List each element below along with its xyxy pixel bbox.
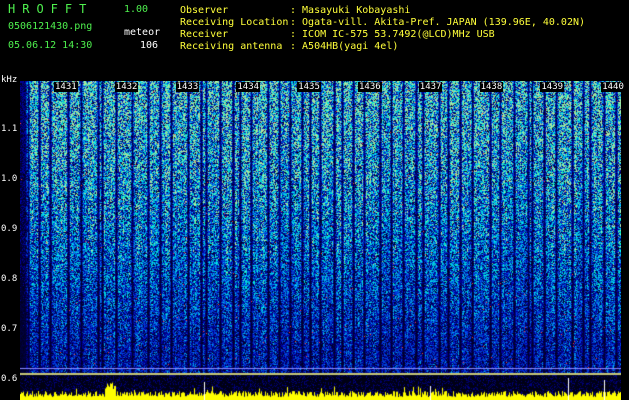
- freq-unit-label: kHz: [1, 75, 18, 85]
- observer-label: Observer: [180, 5, 229, 16]
- freq-tick-0-9: 0.9: [1, 224, 18, 234]
- version-label: 1.00: [124, 4, 149, 15]
- minute-label-1439: 1439: [540, 82, 565, 92]
- minute-label-1435: 1435: [297, 82, 321, 92]
- minute-label-1436: 1436: [358, 82, 382, 92]
- spectrogram-panel[interactable]: 1431 1432 1433 1434 1435 1436 1437 1438 1439 1440: [20, 81, 625, 400]
- minute-label-1440: 1440: [601, 82, 625, 92]
- mode-label: meteor: [124, 27, 161, 38]
- antenna-value: : A504HB(yagi 4el): [290, 41, 399, 52]
- location-value: : Ogata-vill. Akita-Pref. JAPAN (139.96E…: [290, 17, 586, 28]
- minute-label-1432: 1432: [114, 82, 139, 92]
- app-title: HROFFT: [8, 2, 94, 16]
- filename-label: 0506121430.png: [8, 21, 93, 32]
- minute-label-1437: 1437: [418, 82, 443, 92]
- observer-value: : Masayuki Kobayashi: [290, 5, 411, 16]
- location-label: Receiving Location: [180, 17, 289, 28]
- minute-label-1434: 1434: [236, 82, 261, 92]
- meteor-count: 106: [140, 40, 159, 51]
- datetime-label: 05.06.12 14:30: [8, 40, 93, 51]
- antenna-label: Receiving antenna: [180, 41, 283, 52]
- freq-tick-0-7: 0.7: [1, 324, 18, 334]
- minute-label-1433: 1433: [175, 82, 200, 92]
- freq-tick-0-6: 0.6: [1, 374, 18, 384]
- receiver-label: Receiver: [180, 29, 229, 40]
- receiver-value: : ICOM IC-575 53.7492(@LCD)MHz USB: [290, 29, 495, 40]
- freq-tick-0-8: 0.8: [1, 274, 18, 284]
- freq-tick-1-1: 1.1: [1, 124, 18, 134]
- spectrogram-canvas[interactable]: [20, 81, 621, 400]
- minute-label-1431: 1431: [54, 82, 78, 92]
- minute-label-1438: 1438: [479, 82, 504, 92]
- freq-tick-1-0: 1.0: [1, 174, 18, 184]
